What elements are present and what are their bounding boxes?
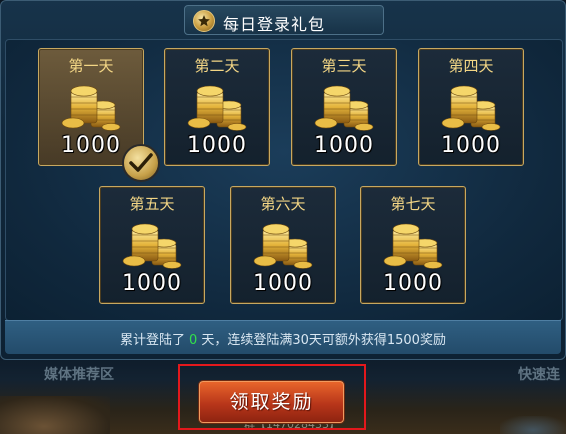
- background-artwork-right: [500, 416, 566, 434]
- gold-coins-icon: [61, 79, 123, 131]
- reward-day-label: 第六天: [260, 195, 306, 213]
- gold-coins-icon: [441, 79, 503, 131]
- dialog-title: 每日登录礼包: [223, 15, 326, 34]
- star-icon: [193, 10, 215, 32]
- reward-card-day-2[interactable]: 第二天 1000: [164, 48, 270, 166]
- gold-coins-icon: [122, 217, 184, 269]
- reward-amount: 1000: [253, 271, 313, 296]
- claimed-check-icon: [122, 144, 160, 182]
- reward-day-label: 第五天: [129, 195, 175, 213]
- reward-card-day-7[interactable]: 第七天 1000: [360, 186, 466, 304]
- gold-coins-icon: [314, 79, 376, 131]
- login-progress-text: 累计登陆了 0 天，连续登陆满30天可额外获得1500奖励: [5, 329, 561, 348]
- reward-day-label: 第一天: [68, 57, 114, 75]
- reward-amount: 1000: [441, 133, 501, 158]
- reward-day-label: 第二天: [194, 57, 240, 75]
- claim-reward-button[interactable]: 领取奖励: [199, 381, 344, 423]
- reward-card-day-3[interactable]: 第三天 1000: [291, 48, 397, 166]
- title-bar: 每日登录礼包: [1, 1, 566, 39]
- reward-amount: 1000: [314, 133, 374, 158]
- login-day-count: 0: [189, 333, 198, 348]
- reward-card-day-5[interactable]: 第五天 1000: [99, 186, 205, 304]
- reward-card-day-4[interactable]: 第四天 1000: [418, 48, 524, 166]
- login-progress-bar: 累计登陆了 0 天，连续登陆满30天可额外获得1500奖励: [5, 320, 561, 354]
- background-artwork: [0, 396, 110, 434]
- reward-day-label: 第三天: [321, 57, 367, 75]
- quick-link-label: 快速连: [518, 367, 560, 383]
- media-recommend-label: 媒体推荐区: [44, 367, 114, 383]
- reward-amount: 1000: [383, 271, 443, 296]
- gold-coins-icon: [253, 217, 315, 269]
- reward-day-label: 第四天: [448, 57, 494, 75]
- progress-prefix: 累计登陆了: [120, 333, 186, 348]
- progress-suffix: 天，连续登陆满30天可额外获得1500奖励: [201, 333, 446, 348]
- gold-coins-icon: [187, 79, 249, 131]
- reward-amount: 1000: [187, 133, 247, 158]
- gold-coins-icon: [383, 217, 445, 269]
- reward-day-label: 第七天: [390, 195, 436, 213]
- reward-amount: 1000: [122, 271, 182, 296]
- reward-card-day-6[interactable]: 第六天 1000: [230, 186, 336, 304]
